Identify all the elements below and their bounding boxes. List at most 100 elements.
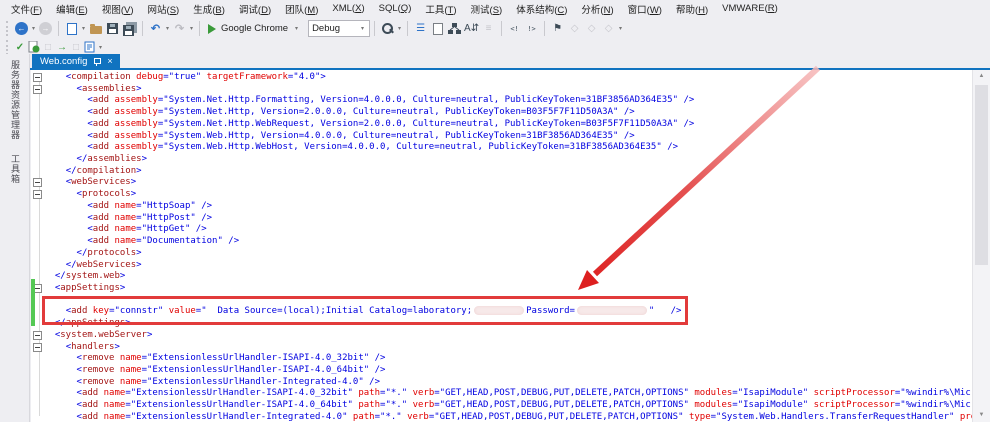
navigate-back-button[interactable]: ← bbox=[13, 20, 30, 37]
menu-item[interactable]: 帮助(H) bbox=[669, 0, 715, 18]
fold-gutter bbox=[31, 224, 44, 236]
gray-doc-icon: □ bbox=[72, 41, 80, 53]
find-icon bbox=[381, 22, 394, 35]
fold-collapse-icon[interactable] bbox=[33, 190, 42, 200]
start-debugging-button[interactable]: Google Chrome ▾ bbox=[204, 22, 304, 35]
code-line: <add name="ExtensionlessUrlHandler-ISAPI… bbox=[31, 400, 972, 412]
close-icon[interactable]: × bbox=[107, 56, 112, 66]
fold-collapse-icon[interactable] bbox=[33, 84, 42, 94]
toolbar-overflow-icon[interactable]: ▾ bbox=[396, 25, 403, 32]
fold-collapse-icon[interactable] bbox=[33, 330, 42, 340]
code-line: <add name="HttpGet" /> bbox=[31, 224, 972, 236]
validate-xml-button[interactable]: ✓ bbox=[13, 41, 27, 54]
fold-gutter bbox=[31, 177, 44, 189]
scroll-down-icon[interactable]: ▼ bbox=[973, 409, 990, 422]
fold-gutter bbox=[31, 84, 44, 96]
code-line: <appSettings> bbox=[31, 283, 972, 295]
side-tab-1[interactable]: 工具箱 bbox=[9, 154, 22, 184]
format-document-button[interactable]: ≡ bbox=[480, 20, 497, 37]
save-button[interactable] bbox=[104, 20, 121, 37]
navigate-forward-button[interactable]: → bbox=[37, 20, 54, 37]
menu-item[interactable]: 测试(S) bbox=[464, 0, 510, 18]
menu-item[interactable]: 团队(M) bbox=[278, 0, 325, 18]
new-file-button[interactable] bbox=[63, 20, 80, 37]
code-line: <add name="HttpSoap" /> bbox=[31, 201, 972, 213]
menu-item[interactable]: 生成(B) bbox=[186, 0, 232, 18]
fold-collapse-icon[interactable] bbox=[33, 73, 42, 82]
toolbar-grip[interactable] bbox=[6, 39, 10, 55]
next-bookmark-icon: ◇ bbox=[587, 23, 596, 34]
menu-item[interactable]: VMWARE(R) bbox=[715, 1, 785, 16]
uncomment-button[interactable]: !> bbox=[523, 20, 540, 37]
go-to-definition-button[interactable]: → bbox=[55, 41, 69, 54]
fold-gutter bbox=[31, 412, 44, 422]
clear-bookmarks-button[interactable]: ◇ bbox=[600, 20, 617, 37]
sort-button[interactable]: A⇵ bbox=[463, 20, 480, 37]
fold-gutter bbox=[31, 377, 44, 389]
vertical-scrollbar[interactable]: ▲ ▼ bbox=[972, 70, 990, 422]
fold-gutter bbox=[31, 388, 44, 400]
schema-view-button[interactable] bbox=[446, 20, 463, 37]
menu-item[interactable]: 体系结构(C) bbox=[509, 0, 574, 18]
redacted-text bbox=[576, 305, 647, 315]
code-line: <compilation debug="true" targetFramewor… bbox=[31, 72, 972, 84]
find-in-files-button[interactable] bbox=[379, 20, 396, 37]
save-all-button[interactable] bbox=[121, 20, 138, 37]
new-file-dropdown-icon[interactable]: ▾ bbox=[80, 25, 87, 32]
fold-gutter bbox=[31, 213, 44, 225]
bookmark-icon: ⚑ bbox=[553, 23, 563, 34]
toolbar-overflow-icon[interactable]: ▾ bbox=[97, 44, 104, 51]
tab-web-config[interactable]: Web.config × bbox=[32, 54, 120, 68]
reformat-button[interactable]: □ bbox=[41, 41, 55, 54]
fold-collapse-icon[interactable] bbox=[33, 342, 42, 352]
menu-item[interactable]: 工具(T) bbox=[418, 0, 463, 18]
undo-dropdown-icon[interactable]: ▾ bbox=[164, 25, 171, 32]
menu-item[interactable]: 编辑(E) bbox=[49, 0, 95, 18]
toolbar-overflow-icon[interactable]: ▾ bbox=[617, 25, 624, 32]
fold-gutter bbox=[31, 131, 44, 143]
code-editor[interactable]: <compilation debug="true" targetFramewor… bbox=[31, 70, 972, 422]
schemas-button[interactable] bbox=[83, 41, 97, 54]
configuration-label: Debug bbox=[312, 23, 341, 34]
fold-gutter bbox=[31, 166, 44, 178]
menu-item[interactable]: 网站(S) bbox=[141, 0, 187, 18]
code-line: </appSettings> bbox=[31, 318, 972, 330]
prev-bookmark-button[interactable]: ◇ bbox=[566, 20, 583, 37]
side-tab-0[interactable]: 服务器资源管理器 bbox=[9, 60, 22, 140]
menu-item[interactable]: 窗口(W) bbox=[621, 0, 669, 18]
menu-item[interactable]: 分析(N) bbox=[574, 0, 620, 18]
next-bookmark-button[interactable]: ◇ bbox=[583, 20, 600, 37]
document-tab-strip: Web.config × bbox=[30, 54, 990, 70]
navigate-back-dropdown-icon[interactable]: ▾ bbox=[30, 25, 37, 32]
code-line: </protocols> bbox=[31, 248, 972, 260]
check-wellformed-button[interactable] bbox=[27, 41, 41, 54]
outline-list-icon: ☰ bbox=[416, 23, 426, 34]
open-file-button[interactable] bbox=[87, 20, 104, 37]
solution-configuration-select[interactable]: Debug ▾ bbox=[308, 20, 371, 37]
redo-button[interactable]: ↷ bbox=[171, 20, 188, 37]
redo-icon: ↷ bbox=[174, 23, 185, 35]
run-target-label: Google Chrome bbox=[221, 23, 289, 34]
back-to-source-button[interactable]: □ bbox=[69, 41, 83, 54]
pin-icon[interactable] bbox=[93, 57, 102, 66]
menu-item[interactable]: 视图(V) bbox=[95, 0, 141, 18]
document-outline-button[interactable]: ☰ bbox=[412, 20, 429, 37]
comment-button[interactable]: <! bbox=[506, 20, 523, 37]
scroll-up-icon[interactable]: ▲ bbox=[973, 70, 990, 83]
menu-item[interactable]: XML(X) bbox=[325, 1, 371, 16]
undo-button[interactable]: ↶ bbox=[147, 20, 164, 37]
code-line: <add assembly="System.Net.Http.WebReques… bbox=[31, 119, 972, 131]
toolbar-grip[interactable] bbox=[6, 21, 10, 36]
navigate-forward-icon: → bbox=[39, 22, 52, 35]
code-line: <assemblies> bbox=[31, 84, 972, 96]
scrollbar-thumb[interactable] bbox=[975, 85, 988, 265]
code-line: </system.web> bbox=[31, 271, 972, 283]
toggle-bookmark-button[interactable]: ⚑ bbox=[549, 20, 566, 37]
menu-item[interactable]: 调试(D) bbox=[232, 0, 278, 18]
menu-item[interactable]: 文件(F) bbox=[4, 0, 49, 18]
redo-dropdown-icon[interactable]: ▾ bbox=[188, 25, 195, 32]
toolbar-separator bbox=[199, 21, 200, 36]
new-query-button[interactable] bbox=[429, 20, 446, 37]
menu-item[interactable]: SQL(Q) bbox=[372, 1, 419, 16]
fold-collapse-icon[interactable] bbox=[33, 178, 42, 188]
